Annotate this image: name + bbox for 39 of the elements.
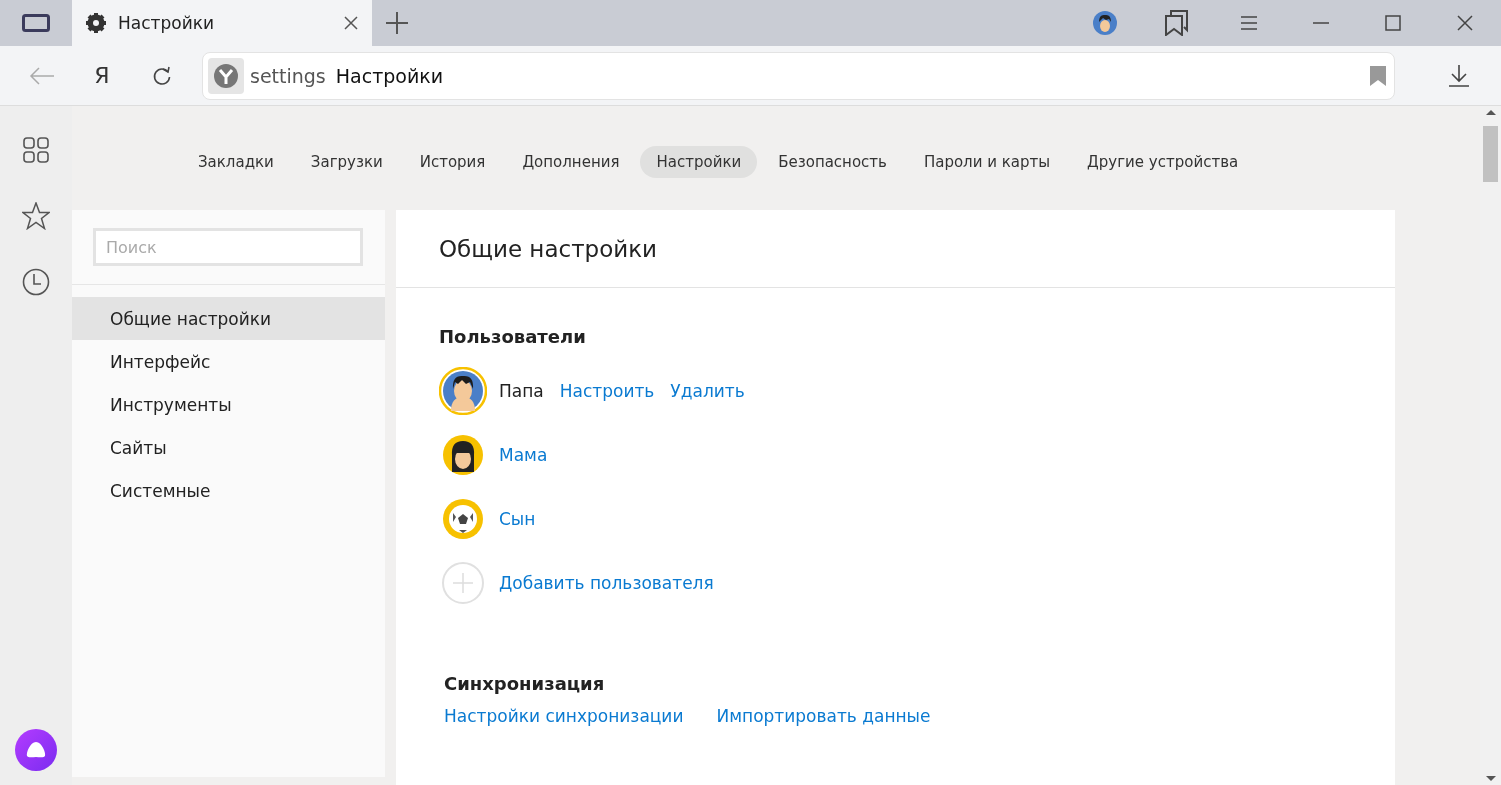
nav-tab[interactable]: Настройки	[640, 146, 758, 178]
section-title: Общие настройки	[396, 210, 1395, 288]
bookmark-icon[interactable]	[1370, 65, 1386, 86]
plus-icon[interactable]	[386, 12, 408, 34]
page-title: Настройки	[335, 64, 445, 87]
sidebar-item[interactable]: Инструменты	[72, 383, 385, 426]
address-bar[interactable]: settings Настройки	[202, 51, 1395, 100]
address-scheme: settings	[250, 64, 326, 87]
nav-tab[interactable]: Безопасность	[762, 146, 903, 178]
nav-tab[interactable]: Другие устройства	[1071, 146, 1255, 178]
sync-link[interactable]: Импортировать данные	[716, 706, 931, 726]
nav-tab[interactable]: Дополнения	[506, 146, 636, 178]
sidebar-item[interactable]: Общие настройки	[72, 297, 385, 340]
users-heading: Пользователи	[439, 326, 587, 347]
tab-title: Настройки	[118, 13, 215, 33]
user-action-link[interactable]: Настроить	[559, 381, 655, 401]
sidebar-item[interactable]: Интерфейс	[72, 340, 385, 383]
assistant-icon[interactable]	[15, 729, 57, 771]
user-action-link[interactable]: Удалить	[670, 381, 745, 401]
search-field[interactable]: Поиск	[93, 228, 363, 266]
sidebar-item[interactable]: Сайты	[72, 426, 385, 469]
site-logo-icon	[208, 57, 244, 94]
nav-tab[interactable]: Загрузки	[294, 146, 399, 178]
nav-tab[interactable]: Закладки	[182, 146, 290, 178]
sync-link[interactable]: Настройки синхронизации	[444, 706, 684, 726]
man-avatar-icon[interactable]	[439, 367, 487, 415]
scrollbar-thumb[interactable]	[1483, 126, 1498, 182]
add-user-link[interactable]: Добавить пользователя	[499, 573, 714, 593]
browser-tab[interactable]: Настройки	[72, 0, 372, 46]
sync-heading: Синхронизация	[444, 673, 606, 694]
nav-tab[interactable]: История	[403, 146, 502, 178]
close-icon[interactable]	[344, 16, 358, 30]
user-link[interactable]: Мама	[499, 445, 548, 465]
nav-tab[interactable]: Пароли и карты	[907, 146, 1067, 178]
gear-icon	[86, 13, 106, 33]
user-name: Папа	[499, 381, 544, 401]
user-link[interactable]: Сын	[499, 509, 536, 529]
yandex-button[interactable]: Я	[72, 52, 132, 99]
sidebar-item[interactable]: Системные	[72, 469, 385, 512]
